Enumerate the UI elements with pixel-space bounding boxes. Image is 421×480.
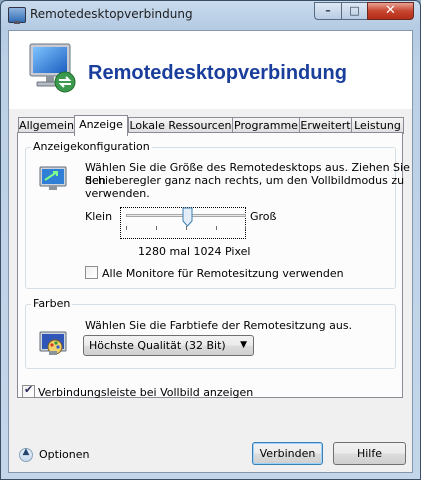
display-description-3: verwenden.: [85, 187, 150, 200]
title-bar[interactable]: Remotedesktopverbindung – □ ✕: [1, 1, 420, 29]
options-label[interactable]: Optionen: [39, 448, 89, 461]
maximize-button[interactable]: □: [341, 2, 367, 20]
display-config-legend: Anzeigekonfiguration: [31, 140, 152, 154]
connection-bar-checkbox[interactable]: [22, 383, 35, 398]
tab-anzeige[interactable]: Anzeige: [74, 115, 128, 136]
connect-button[interactable]: Verbinden: [252, 442, 323, 465]
banner-title: Remotedesktopverbindung: [88, 62, 347, 84]
colors-legend: Farben: [31, 297, 73, 311]
connection-bar-label[interactable]: Verbindungsleiste bei Vollbild anzeigen: [38, 386, 253, 399]
slider-max-label: Groß: [250, 210, 277, 223]
display-description-2: Schieberegler ganz nach rechts, um den V…: [85, 174, 405, 187]
color-depth-value: Höchste Qualität (32 Bit): [89, 339, 226, 352]
size-slider-thumb[interactable]: [182, 207, 193, 227]
banner-computer-icon: [29, 43, 76, 93]
window-title: Remotedesktopverbindung: [30, 7, 193, 21]
rdp-window: Remotedesktopverbindung – □ ✕ Remotedesk…: [0, 0, 421, 480]
resolution-text: 1280 mal 1024 Pixel: [138, 245, 251, 258]
close-button[interactable]: ✕: [367, 2, 414, 20]
all-monitors-checkbox[interactable]: [85, 266, 98, 279]
chevron-down-icon: ▼: [240, 340, 247, 350]
remote-desktop-icon: [8, 7, 26, 24]
color-depth-select[interactable]: Höchste Qualität (32 Bit) ▼: [83, 335, 254, 356]
maximize-icon: □: [349, 4, 360, 17]
close-icon: ✕: [385, 3, 396, 18]
colors-description: Wählen Sie die Farbtiefe der Remotesitzu…: [85, 319, 353, 332]
banner: Remotedesktopverbindung: [9, 31, 412, 109]
slider-min-label: Klein: [85, 210, 113, 223]
options-expand-icon[interactable]: ▲: [19, 447, 33, 462]
monitor-icon: [39, 166, 67, 190]
help-button[interactable]: Hilfe: [333, 442, 406, 465]
minimize-icon: –: [325, 4, 331, 17]
all-monitors-label[interactable]: Alle Monitore für Remotesitzung verwende…: [102, 267, 344, 280]
minimize-button[interactable]: –: [314, 2, 341, 20]
color-palette-icon: [39, 331, 67, 355]
